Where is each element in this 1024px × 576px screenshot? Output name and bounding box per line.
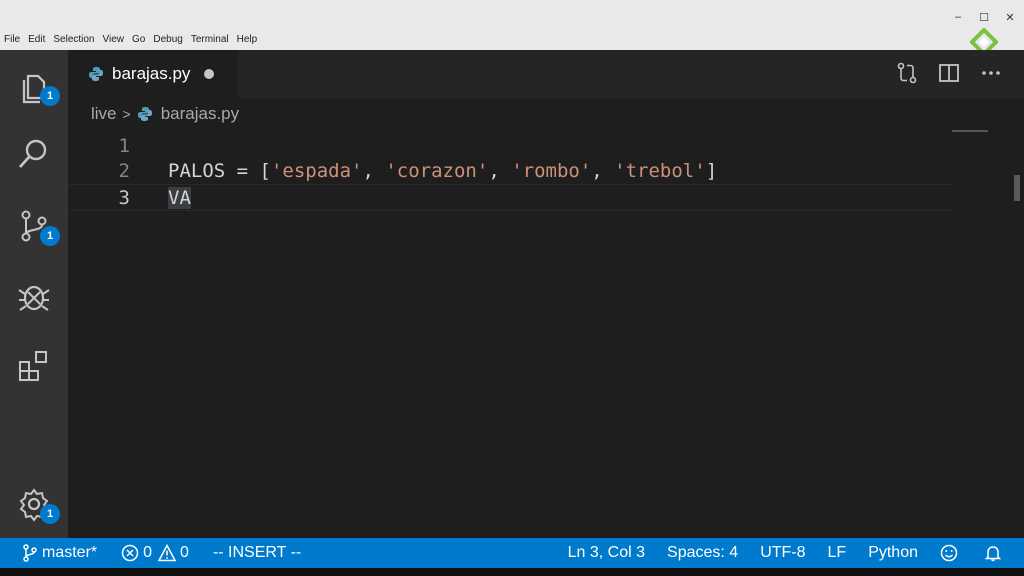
selected-text: VA — [168, 186, 191, 209]
branch-name: master* — [42, 544, 98, 561]
line-number: 1 — [118, 134, 130, 157]
encoding[interactable]: UTF-8 — [760, 544, 805, 562]
menu-edit[interactable]: Edit — [28, 34, 45, 45]
menu-terminal[interactable]: Terminal — [191, 34, 229, 45]
warning-count: 0 — [180, 544, 189, 561]
menu-debug[interactable]: Debug — [153, 34, 182, 45]
explorer-button[interactable]: 1 — [0, 56, 68, 116]
menu-bar: File Edit Selection View Go Debug Termin… — [4, 34, 265, 45]
title-bar: – ☐ ✕ File Edit Selection View Go Debug … — [0, 0, 1024, 56]
menu-selection[interactable]: Selection — [53, 34, 94, 45]
editor-actions — [896, 62, 1002, 84]
compare-changes-icon[interactable] — [896, 62, 918, 84]
minimize-button[interactable]: – — [952, 11, 964, 24]
extensions-button[interactable] — [0, 336, 68, 396]
tab-bar: barajas.py — [68, 50, 1024, 98]
line-number: 2 — [118, 159, 130, 182]
bottom-edge — [0, 568, 1024, 576]
bug-icon — [18, 285, 50, 311]
feedback-button[interactable] — [940, 544, 962, 562]
maximize-button[interactable]: ☐ — [978, 11, 990, 24]
split-editor-icon[interactable] — [938, 62, 960, 84]
settings-button[interactable]: 1 — [0, 474, 68, 534]
error-count: 0 — [143, 544, 153, 561]
menu-go[interactable]: Go — [132, 34, 145, 45]
git-branch-item[interactable]: master* — [22, 544, 97, 562]
vertical-scrollbar[interactable] — [1002, 130, 1024, 538]
git-branch-icon — [23, 544, 37, 562]
code-editor[interactable]: 1 2 PALOS = ['espada', 'corazon', 'rombo… — [68, 130, 1024, 538]
breadcrumb: live > barajas.py — [68, 98, 1024, 130]
activity-bar: 1 1 1 — [0, 50, 68, 538]
explorer-badge: 1 — [40, 86, 60, 106]
end-of-line[interactable]: LF — [828, 544, 847, 562]
code-line[interactable]: 2 PALOS = ['espada', 'corazon', 'rombo',… — [68, 157, 952, 184]
language-mode[interactable]: Python — [868, 544, 918, 562]
search-icon — [18, 139, 47, 168]
cursor-position[interactable]: Ln 3, Col 3 — [568, 544, 645, 562]
indentation[interactable]: Spaces: 4 — [667, 544, 738, 562]
close-button[interactable]: ✕ — [1004, 11, 1016, 24]
menu-help[interactable]: Help — [237, 34, 258, 45]
line-number: 3 — [118, 186, 130, 209]
code-line[interactable]: 1 — [68, 132, 952, 159]
bell-icon — [984, 546, 1002, 562]
source-control-badge: 1 — [40, 226, 60, 246]
warning-icon — [158, 544, 177, 562]
more-actions-icon[interactable] — [980, 62, 1002, 84]
smiley-icon — [940, 544, 958, 562]
problems-item[interactable]: 0 0 — [121, 544, 189, 562]
breadcrumb-folder[interactable]: live — [91, 104, 117, 124]
menu-file[interactable]: File — [4, 34, 20, 45]
search-button[interactable] — [0, 124, 68, 184]
minimap[interactable] — [952, 130, 988, 132]
window-controls: – ☐ ✕ — [952, 11, 1016, 24]
extensions-icon — [19, 351, 47, 381]
current-code-line[interactable]: 3 VA — [68, 184, 952, 211]
tab-label: barajas.py — [112, 64, 191, 83]
settings-badge: 1 — [40, 504, 60, 524]
code-text: VA — [168, 186, 191, 209]
notifications-button[interactable] — [984, 544, 1006, 562]
menu-view[interactable]: View — [103, 34, 125, 45]
breadcrumb-separator: > — [122, 106, 131, 122]
status-bar: master* 0 0 -- INSERT -- Ln 3, Col 3 Spa… — [0, 538, 1024, 568]
scroll-thumb[interactable] — [1014, 175, 1020, 201]
vim-mode: -- INSERT -- — [212, 544, 302, 561]
source-control-button[interactable]: 1 — [0, 196, 68, 256]
tab-barajas-py[interactable]: barajas.py — [68, 50, 238, 98]
python-file-icon — [137, 107, 152, 121]
code-text: PALOS = ['espada', 'corazon', 'rombo', '… — [168, 159, 718, 182]
unsaved-dot-icon[interactable] — [204, 69, 215, 79]
debug-button[interactable] — [0, 266, 68, 326]
breadcrumb-file[interactable]: barajas.py — [161, 104, 239, 124]
python-file-icon — [89, 67, 103, 81]
error-icon — [121, 544, 139, 562]
